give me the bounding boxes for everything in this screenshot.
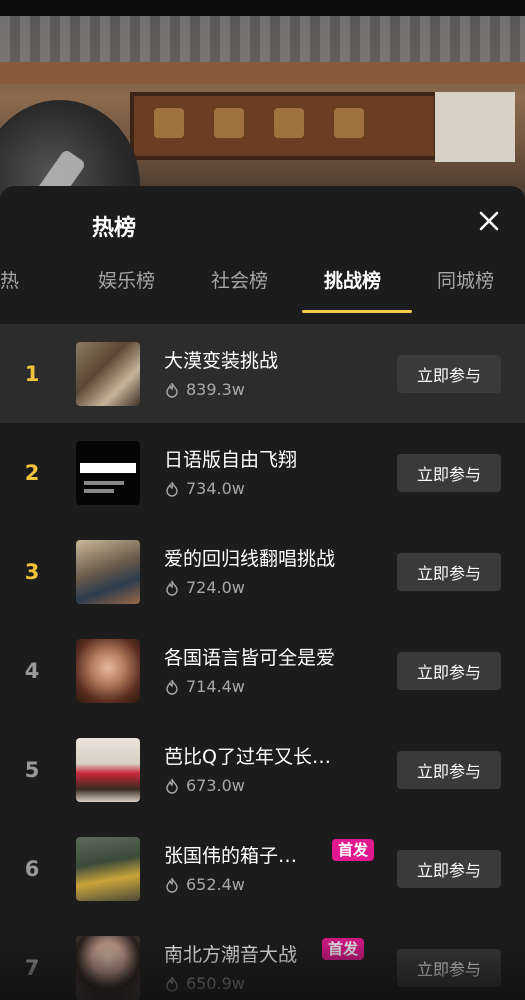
item-title: 爱的回归线翻唱挑战: [164, 548, 336, 570]
count-value: 714.4w: [186, 677, 245, 696]
thumbnail: [76, 342, 140, 406]
rank-number: 7: [24, 956, 40, 980]
roof-tiles: [0, 14, 525, 64]
item-title: 张国伟的箱子…: [164, 845, 298, 867]
window: [435, 92, 515, 162]
sign-char: [274, 108, 304, 138]
list-item[interactable]: 2 日语版自由飞翔 734.0w 立即参与: [0, 423, 525, 522]
thumbnail-line: [84, 489, 114, 493]
roof-beam: [0, 62, 525, 84]
close-button[interactable]: [474, 206, 504, 236]
thumbnail: [76, 639, 140, 703]
first-release-badge: 首发: [322, 938, 365, 960]
sign-char: [214, 108, 244, 138]
thumbnail-line: [84, 481, 124, 485]
panel-title: 热榜: [92, 216, 137, 241]
list-item[interactable]: 7 南北方潮音大战 首发 650.9w 立即参与: [0, 918, 525, 1000]
tab-local[interactable]: 同城榜: [437, 266, 494, 293]
list-item[interactable]: 1 大漠变装挑战 839.3w 立即参与: [0, 324, 525, 423]
heat-count: 673.0w: [164, 776, 245, 795]
hot-list-panel: 热榜 热 娱乐榜 社会榜 挑战榜 同城榜 1 大漠变装挑战 839.3w 立即参…: [0, 186, 525, 1000]
thumbnail-banner: [80, 463, 136, 473]
join-button[interactable]: 立即参与: [397, 355, 501, 393]
thumbnail: [76, 936, 140, 1000]
count-value: 839.3w: [186, 380, 245, 399]
rank-number: 1: [24, 362, 40, 386]
flame-icon: [166, 481, 178, 497]
thumbnail: [76, 837, 140, 901]
rank-number: 4: [24, 659, 40, 683]
tab-entertainment[interactable]: 娱乐榜: [98, 266, 155, 293]
item-title: 日语版自由飞翔: [164, 449, 298, 471]
count-value: 734.0w: [186, 479, 245, 498]
flame-icon: [166, 580, 178, 596]
tab-challenge[interactable]: 挑战榜: [324, 266, 381, 293]
rank-number: 6: [24, 857, 40, 881]
list-item[interactable]: 5 芭比Q了过年又长… 673.0w 立即参与: [0, 720, 525, 819]
count-value: 724.0w: [186, 578, 245, 597]
item-title: 芭比Q了过年又长…: [164, 746, 331, 768]
sign-char: [154, 108, 184, 138]
heat-count: 650.9w: [164, 974, 245, 993]
item-title: 南北方潮音大战: [164, 944, 298, 966]
item-title: 大漠变装挑战: [164, 350, 279, 372]
flame-icon: [166, 778, 178, 794]
heat-count: 724.0w: [164, 578, 245, 597]
sign-char: [334, 108, 364, 138]
heat-count: 714.4w: [164, 677, 245, 696]
flame-icon: [166, 877, 178, 893]
status-bar: [0, 0, 525, 16]
flame-icon: [166, 679, 178, 695]
flame-icon: [166, 976, 178, 992]
active-tab-indicator: [302, 310, 412, 313]
join-button[interactable]: 立即参与: [397, 553, 501, 591]
join-button[interactable]: 立即参与: [397, 850, 501, 888]
tab-bar: 娱乐榜 社会榜 挑战榜 同城榜: [0, 260, 525, 310]
count-value: 673.0w: [186, 776, 245, 795]
list-item[interactable]: 4 各国语言皆可全是爱 714.4w 立即参与: [0, 621, 525, 720]
heat-count: 839.3w: [164, 380, 245, 399]
rank-number: 2: [24, 461, 40, 485]
item-title: 各国语言皆可全是爱: [164, 647, 336, 669]
count-value: 650.9w: [186, 974, 245, 993]
thumbnail: [76, 738, 140, 802]
first-release-badge: 首发: [332, 839, 375, 861]
thumbnail: [76, 441, 140, 505]
flame-icon: [166, 382, 178, 398]
rank-number: 3: [24, 560, 40, 584]
count-value: 652.4w: [186, 875, 245, 894]
join-button[interactable]: 立即参与: [397, 652, 501, 690]
thumbnail: [76, 540, 140, 604]
list-item[interactable]: 6 张国伟的箱子… 首发 652.4w 立即参与: [0, 819, 525, 918]
join-button[interactable]: 立即参与: [397, 949, 501, 987]
heat-count: 734.0w: [164, 479, 245, 498]
heat-count: 652.4w: [164, 875, 245, 894]
list-item[interactable]: 3 爱的回归线翻唱挑战 724.0w 立即参与: [0, 522, 525, 621]
signboard: [130, 92, 438, 160]
rank-number: 5: [24, 758, 40, 782]
tab-society[interactable]: 社会榜: [211, 266, 268, 293]
close-icon: [479, 211, 499, 231]
join-button[interactable]: 立即参与: [397, 454, 501, 492]
join-button[interactable]: 立即参与: [397, 751, 501, 789]
